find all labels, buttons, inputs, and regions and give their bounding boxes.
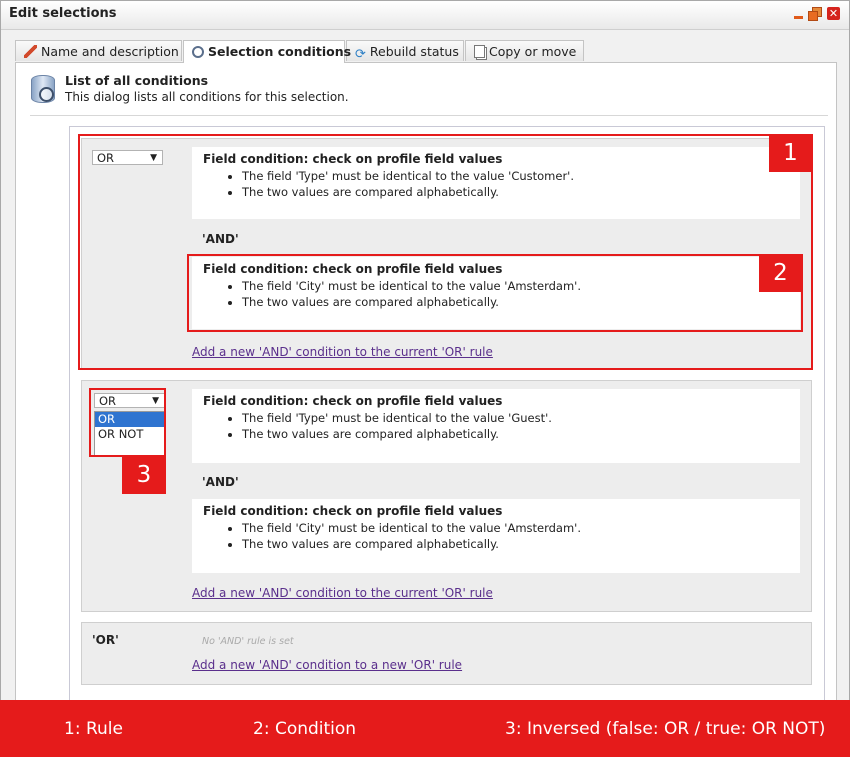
page-subtitle: This dialog lists all conditions for thi… [65,90,349,104]
tab-selection-conditions[interactable]: Selection conditions [183,40,351,63]
copy-icon [474,45,485,58]
condition-highlight-box [187,254,803,332]
condition-details: The field 'City' must be identical to th… [224,520,581,552]
condition-detail: The field 'City' must be identical to th… [242,520,581,536]
minimize-icon[interactable] [792,7,805,20]
annotation-badge-1: 1 [769,135,812,172]
new-or-rule-section: 'OR' No 'AND' rule is set Add a new 'AND… [81,622,812,685]
page-title: List of all conditions [65,73,209,88]
pencil-icon [24,45,37,58]
condition-1[interactable]: Field condition: check on profile field … [192,389,800,463]
condition-2[interactable]: Field condition: check on profile field … [192,499,800,573]
tab-rebuild-status[interactable]: ⟳ Rebuild status [346,40,464,62]
annotation-badge-3: 3 [122,456,166,494]
tab-label: Rebuild status [369,44,459,59]
tab-label: Selection conditions [208,44,352,59]
magnifier-icon [192,46,204,58]
annotation-badge-2: 2 [759,255,802,292]
condition-title: Field condition: check on profile field … [203,504,503,518]
maximize-icon[interactable] [808,7,822,21]
and-label: 'AND' [202,475,239,489]
database-search-icon [31,75,55,103]
tab-label: Copy or move [489,44,577,59]
condition-detail: The two values are compared alphabetical… [242,536,581,552]
legend-item-condition: 2: Condition [253,719,357,739]
divider [30,115,828,116]
title-bar: Edit selections ✕ [1,1,849,30]
condition-detail: The two values are compared alphabetical… [242,426,552,442]
add-and-condition-link[interactable]: Add a new 'AND' condition to the current… [192,586,493,600]
tab-name-and-description[interactable]: Name and description [15,40,182,61]
rule-highlight-box [78,134,813,370]
inverse-highlight-box [89,388,166,457]
legend-item-rule: 1: Rule [64,719,123,739]
rule-2: OR ▼ OR OR NOT Field condition: check on … [81,380,812,612]
condition-title: Field condition: check on profile field … [203,394,503,408]
legend-item-inversed: 3: Inversed (false: OR / true: OR NOT) [505,719,826,739]
add-or-rule-link[interactable]: Add a new 'AND' condition to a new 'OR' … [192,658,462,672]
annotation-legend: 1: Rule 2: Condition 3: Inversed (false:… [0,700,850,757]
window-title: Edit selections [9,6,117,21]
tab-label: Name and description [41,44,179,59]
close-icon[interactable]: ✕ [827,7,840,20]
condition-detail: The field 'Type' must be identical to th… [242,410,552,426]
or-label: 'OR' [92,633,119,647]
empty-rule-note: No 'AND' rule is set [202,636,294,647]
tab-copy-or-move[interactable]: Copy or move [465,40,584,61]
condition-details: The field 'Type' must be identical to th… [224,410,552,442]
